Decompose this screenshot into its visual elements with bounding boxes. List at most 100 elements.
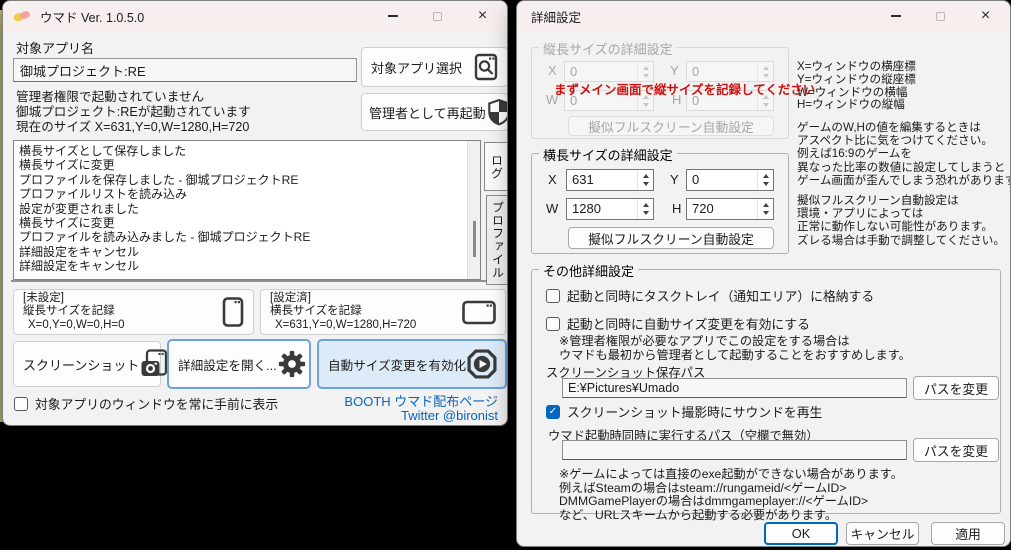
spin-up-icon	[643, 203, 649, 207]
status-running: 御城プロジェクト:REが起動されています	[16, 105, 251, 120]
spin-up-icon	[763, 174, 769, 178]
log-line: プロファイルを読み込みました - 御城プロジェクトRE	[14, 230, 480, 244]
spin-up-icon	[643, 174, 649, 178]
log-scrollbar[interactable]	[467, 141, 480, 279]
exec-note: ※ゲームによっては直接のexe起動ができない場合があります。 例えばSteamの…	[559, 468, 903, 522]
restart-admin-button[interactable]: 管理者として再起動	[361, 93, 508, 131]
portrait-group-title: 縦長サイズの詳細設定	[539, 39, 677, 58]
log-line: プロファイルを保存しました - 御城プロジェクトRE	[14, 173, 480, 187]
main-window: ウマド Ver. 1.0.5.0 × 対象アプリ名 対象アプリ選択 管理者権限で…	[2, 0, 508, 426]
enable-autosize-button[interactable]: 自動サイズ変更を有効化	[317, 339, 507, 389]
landscape-w-spinner[interactable]: 1280	[566, 198, 654, 220]
gear-icon	[277, 349, 307, 379]
shutter-sound-checkbox[interactable]: ✓ スクリーンショット撮影時にサウンドを再生	[546, 402, 822, 421]
exec-path-input[interactable]	[562, 440, 907, 460]
x-label: X	[548, 172, 557, 187]
screenshot-button[interactable]: スクリーンショット	[13, 341, 161, 387]
settings-titlebar: 詳細設定 ×	[517, 1, 1010, 31]
log-line: プロファイルリストを読み込み	[14, 187, 480, 201]
window-title: ウマド Ver. 1.0.5.0	[40, 7, 144, 26]
cancel-button[interactable]: キャンセル	[846, 522, 919, 545]
log-line: 詳細設定をキャンセル	[14, 259, 480, 273]
close-button[interactable]: ×	[460, 1, 505, 31]
spin-up-icon	[763, 203, 769, 207]
uac-shield-icon	[486, 98, 508, 126]
landscape-window-icon	[461, 298, 497, 326]
select-app-button[interactable]: 対象アプリ選択	[361, 47, 508, 87]
landscape-y-spinner[interactable]: 0	[686, 169, 774, 191]
settings-window: 詳細設定 × 縦長サイズの詳細設定 X 0 Y 0 W 0 H 0 まずメイン画…	[516, 0, 1011, 547]
spin-down-icon	[763, 74, 769, 78]
spin-down-icon	[643, 103, 649, 107]
ok-button[interactable]: OK	[764, 522, 838, 545]
status-admin: 管理者権限で起動されていません	[16, 90, 204, 105]
startup-autosize-label: 起動と同時に自動サイズ変更を有効にする	[567, 314, 810, 333]
settings-window-title: 詳細設定	[531, 7, 581, 26]
minimize-button[interactable]	[873, 1, 918, 31]
change-exec-path-button[interactable]: パスを変更	[913, 438, 999, 462]
landscape-size-group: 横長サイズの詳細設定 X 631 Y 0 W 1280 H 720 擬似フルスク…	[531, 153, 789, 254]
startup-autosize-checkbox[interactable]: 起動と同時に自動サイズ変更を有効にする	[546, 314, 810, 333]
w-label: W	[546, 201, 558, 216]
log-line: 詳細設定をキャンセル	[14, 245, 480, 259]
always-on-top-label: 対象アプリのウィンドウを常に手前に表示	[35, 394, 278, 413]
record-portrait-button[interactable]: [未設定] 縦長サイズを記録 X=0,Y=0,W=0,H=0	[13, 289, 254, 335]
window-controls: ×	[370, 1, 505, 31]
open-settings-button[interactable]: 詳細設定を開く...	[167, 339, 311, 389]
window-controls: ×	[873, 1, 1008, 31]
camera-icon	[139, 348, 169, 380]
log-line: 横長サイズに変更	[14, 158, 480, 172]
h-label: H	[672, 201, 681, 216]
minimize-button[interactable]	[370, 1, 415, 31]
portrait-size-group: 縦長サイズの詳細設定 X 0 Y 0 W 0 H 0 まずメイン画面で縦サイズを…	[531, 47, 789, 139]
other-settings-group: その他詳細設定 起動と同時にタスクトレイ（通知エリア）に格納する 起動と同時に自…	[531, 269, 1001, 514]
landscape-label: 横長サイズを記録	[270, 305, 416, 319]
maximize-icon	[936, 12, 945, 21]
tab-log[interactable]: ログ	[484, 142, 508, 191]
fullscreen-help-text: 擬似フルスクリーン自動設定は 環境・アプリによっては 正常に動作しない可能性があ…	[797, 194, 1005, 247]
portrait-pseudo-fullscreen-button: 擬似フルスクリーン自動設定	[568, 116, 774, 136]
spin-up-icon	[643, 66, 649, 70]
main-titlebar: ウマド Ver. 1.0.5.0 ×	[3, 1, 507, 31]
record-landscape-button[interactable]: [設定済] 横長サイズを記録 X=631,Y=0,W=1280,H=720	[260, 289, 506, 335]
target-app-input[interactable]	[13, 58, 357, 82]
minimize-icon	[388, 15, 398, 17]
record-first-warning: まずメイン画面で縦サイズを記録してください	[554, 79, 815, 98]
landscape-status: [設定済]	[270, 292, 416, 306]
checkbox-icon	[546, 289, 560, 303]
portrait-status: [未設定]	[23, 292, 125, 306]
maximize-button	[918, 1, 963, 31]
landscape-coords: X=631,Y=0,W=1280,H=720	[270, 319, 416, 333]
screenshot-path-input[interactable]	[562, 378, 907, 398]
close-button[interactable]: ×	[963, 1, 1008, 31]
shutter-sound-label: スクリーンショット撮影時にサウンドを再生	[567, 402, 822, 421]
portrait-coords: X=0,Y=0,W=0,H=0	[23, 319, 125, 333]
log-output[interactable]: 横長サイズとして保存しました 横長サイズに変更 プロファイルを保存しました - …	[13, 140, 481, 280]
apply-button[interactable]: 適用	[931, 522, 1005, 545]
other-group-title: その他詳細設定	[539, 261, 638, 280]
log-scrollbar-thumb[interactable]	[473, 221, 476, 257]
desktop-background: ウマド Ver. 1.0.5.0 × 対象アプリ名 対象アプリ選択 管理者権限で…	[0, 0, 1011, 550]
always-on-top-checkbox[interactable]: 対象アプリのウィンドウを常に手前に表示	[14, 394, 278, 413]
play-icon	[466, 348, 498, 380]
landscape-x-spinner[interactable]: 631	[566, 169, 654, 191]
target-app-label: 対象アプリ名	[16, 38, 94, 57]
log-line: 横長サイズとして保存しました	[14, 141, 480, 158]
spin-down-icon	[763, 103, 769, 107]
landscape-pseudo-fullscreen-button[interactable]: 擬似フルスクリーン自動設定	[568, 227, 774, 249]
app-logo-icon	[13, 9, 31, 23]
close-icon: ×	[981, 8, 990, 24]
spin-down-icon	[763, 211, 769, 215]
log-line: 横長サイズに変更	[14, 216, 480, 230]
twitter-link[interactable]: Twitter @bironist	[401, 408, 498, 423]
landscape-h-spinner[interactable]: 720	[686, 198, 774, 220]
y-label: Y	[670, 172, 679, 187]
x-label: X	[548, 63, 557, 78]
maximize-icon	[433, 12, 442, 21]
tray-checkbox[interactable]: 起動と同時にタスクトレイ（通知エリア）に格納する	[546, 286, 874, 305]
portrait-label: 縦長サイズを記録	[23, 305, 125, 319]
tab-profile[interactable]: プロファイル	[486, 195, 508, 285]
spin-up-icon	[763, 66, 769, 70]
change-screenshot-path-button[interactable]: パスを変更	[913, 376, 999, 400]
spin-down-icon	[643, 74, 649, 78]
